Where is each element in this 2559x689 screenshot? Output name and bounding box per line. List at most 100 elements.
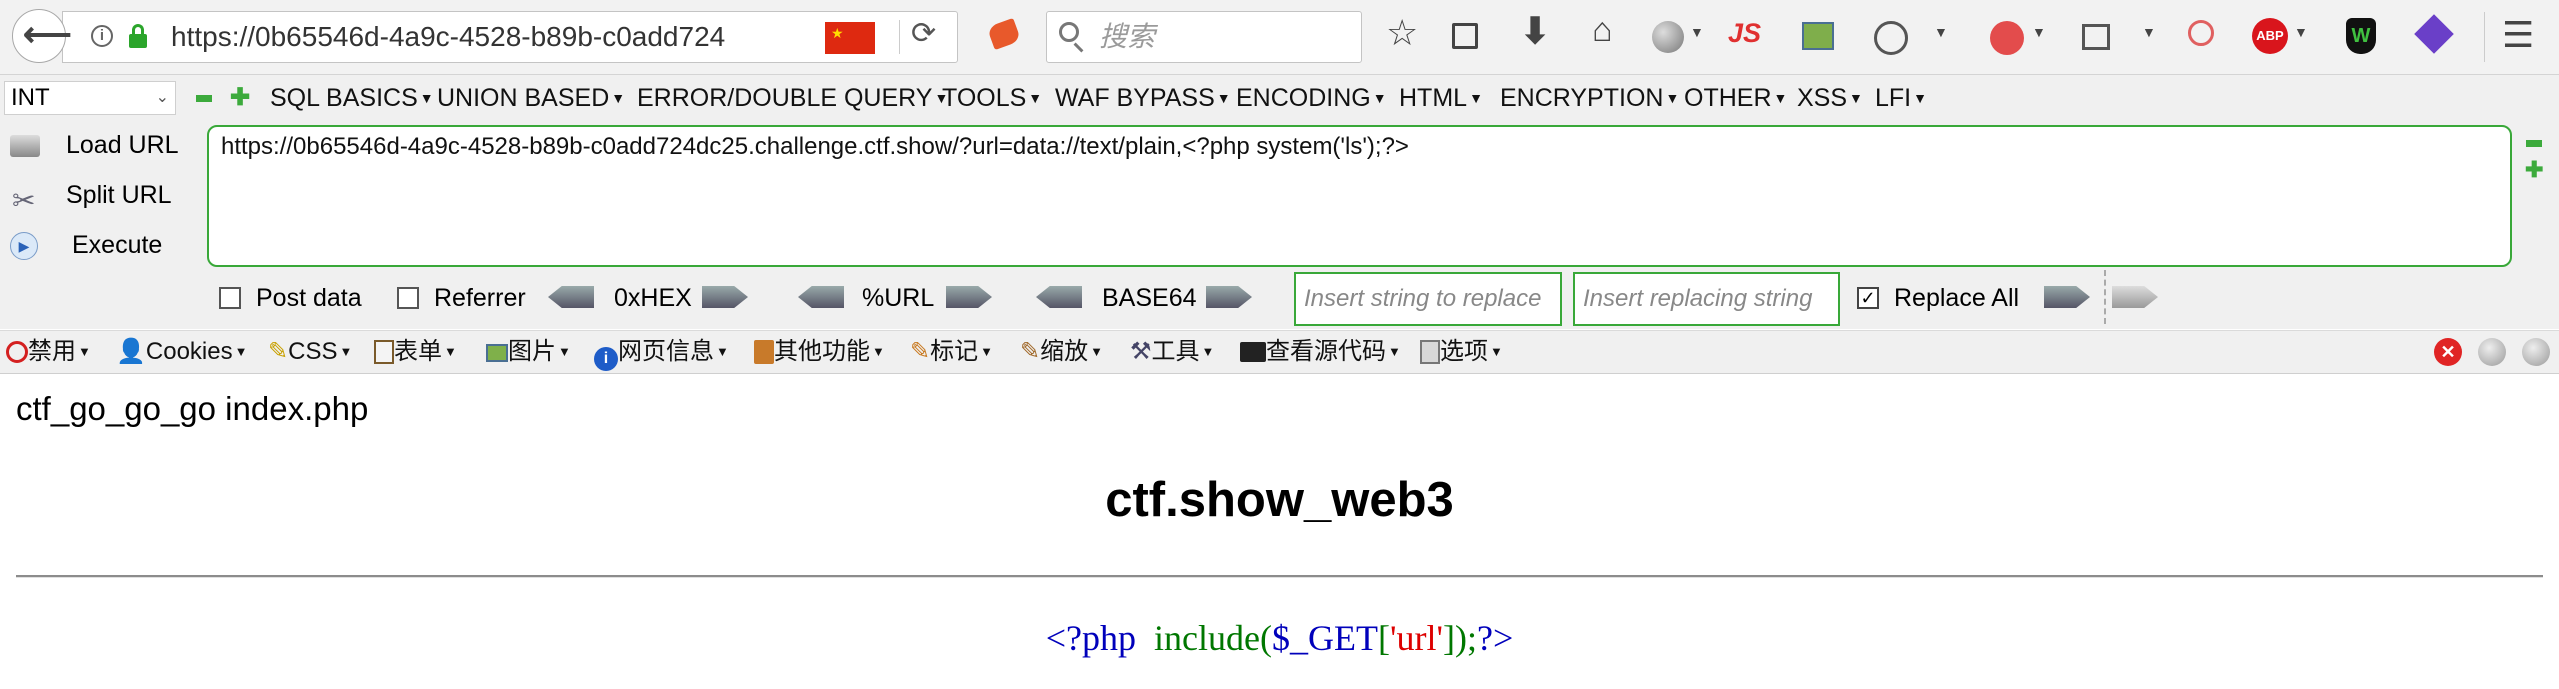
split-url-button[interactable]: ✂ Split URL bbox=[0, 171, 200, 219]
menu-label: LFI bbox=[1875, 84, 1912, 112]
post-data-checkbox[interactable] bbox=[219, 287, 241, 309]
referrer-checkbox[interactable] bbox=[397, 287, 419, 309]
php-bracket-open: [ bbox=[1377, 618, 1390, 658]
expand-plus-icon[interactable]: ✚ bbox=[2525, 159, 2543, 181]
web-developer-toolbar: 禁用 ▼ 👤Cookies ▼ ✎CSS ▼ 表单 ▼ 图片 ▼ i 网页信息 ▼ 其他功能 ▼… bbox=[0, 330, 2559, 374]
wot-shield-icon[interactable]: W bbox=[2346, 18, 2376, 54]
adblock-dropdown-icon[interactable]: ▼ bbox=[2294, 24, 2308, 40]
mouse-gesture-dropdown-icon[interactable]: ▼ bbox=[2032, 24, 2046, 40]
menu-label: ENCRYPTION bbox=[1500, 84, 1664, 112]
lock-icon bbox=[129, 34, 147, 48]
menu-label: WAF BYPASS bbox=[1055, 84, 1215, 112]
menu-xss[interactable]: XSS ▼ bbox=[1797, 75, 1863, 121]
mode-select[interactable]: INT ⌄ bbox=[4, 81, 176, 115]
download-icon[interactable]: ⬇ bbox=[1520, 10, 1550, 52]
devbar-label: CSS bbox=[288, 338, 338, 365]
restore-gray-icon[interactable] bbox=[2522, 338, 2550, 366]
dropdown-arrow-icon: ▼ bbox=[1773, 90, 1788, 106]
post-data-label: Post data bbox=[256, 284, 362, 312]
dropdown-arrow-icon: ▼ bbox=[78, 344, 91, 359]
close-red-icon[interactable]: ✕ bbox=[2434, 338, 2462, 366]
bookmark-star-icon[interactable]: ☆ bbox=[1386, 12, 1418, 54]
image-tools-icon[interactable] bbox=[1802, 22, 1834, 50]
devbar-view-source[interactable]: 查看源代码 ▼ bbox=[1240, 331, 1401, 373]
china-flag-icon: ★ bbox=[825, 22, 875, 54]
address-bar[interactable]: i https://0b65546d-4a9c-4528-b89b-c0add7… bbox=[62, 11, 958, 63]
tools-wrench-icon: ⚒ bbox=[1130, 338, 1152, 365]
back-button[interactable]: ⟵ bbox=[12, 9, 72, 63]
url-textarea[interactable]: https://0b65546d-4a9c-4528-b89b-c0add724… bbox=[207, 125, 2512, 267]
devbar-label: 查看源代码 bbox=[1266, 338, 1386, 365]
reading-list-icon[interactable] bbox=[1452, 23, 1478, 49]
menu-label: ERROR/DOUBLE QUERY bbox=[637, 84, 933, 112]
addon-fox-icon[interactable] bbox=[986, 17, 1022, 51]
hamburger-menu-icon[interactable]: ☰ bbox=[2502, 14, 2534, 56]
menu-label: OTHER bbox=[1684, 84, 1772, 112]
js-switch-icon[interactable]: JS bbox=[1728, 18, 1761, 49]
devbar-forms[interactable]: 表单 ▼ bbox=[374, 331, 457, 373]
menu-error-double-query[interactable]: ERROR/DOUBLE QUERY ▼ bbox=[637, 75, 948, 121]
play-icon: ▶ bbox=[10, 232, 38, 260]
base64-label: BASE64 bbox=[1102, 284, 1197, 312]
devbar-options[interactable]: 选项 ▼ bbox=[1420, 331, 1503, 373]
execute-button[interactable]: ▶ Execute bbox=[0, 221, 200, 269]
globe-icon[interactable] bbox=[1652, 21, 1684, 53]
dropdown-arrow-icon: ▼ bbox=[1665, 90, 1680, 106]
screenshot-dropdown-icon[interactable]: ▼ bbox=[2142, 24, 2156, 40]
devbar-resize[interactable]: ✎缩放 ▼ bbox=[1020, 331, 1103, 373]
devbar-tools[interactable]: ⚒工具 ▼ bbox=[1130, 331, 1214, 373]
load-url-button[interactable]: Load URL bbox=[0, 121, 200, 169]
extension-cube-icon[interactable] bbox=[2414, 14, 2454, 54]
dropdown-arrow-icon: ▼ bbox=[1388, 344, 1401, 359]
devbar-label: 选项 bbox=[1440, 338, 1488, 365]
menu-waf-bypass[interactable]: WAF BYPASS ▼ bbox=[1055, 75, 1231, 121]
devbar-cookies[interactable]: 👤Cookies ▼ bbox=[116, 331, 247, 373]
dropdown-arrow-icon: ▼ bbox=[1372, 90, 1387, 106]
menu-union-based[interactable]: UNION BASED ▼ bbox=[437, 75, 625, 121]
palette-dropdown-icon[interactable]: ▼ bbox=[1934, 24, 1948, 40]
devbar-css[interactable]: ✎CSS ▼ bbox=[268, 331, 352, 373]
devbar-misc[interactable]: 其他功能 ▼ bbox=[754, 331, 885, 373]
reload-icon[interactable]: ⟳ bbox=[911, 16, 936, 51]
shrink-minus-icon[interactable] bbox=[2526, 140, 2542, 147]
minimize-gray-icon[interactable] bbox=[2478, 338, 2506, 366]
forms-icon bbox=[374, 340, 394, 364]
menu-label: UNION BASED bbox=[437, 84, 610, 112]
search-box[interactable]: 搜索 bbox=[1046, 11, 1362, 63]
devbar-page-info[interactable]: i 网页信息 ▼ bbox=[594, 331, 729, 373]
hackbar-search-icon[interactable] bbox=[2188, 20, 2214, 46]
replace-string-input[interactable]: Insert string to replace bbox=[1294, 272, 1562, 326]
menu-lfi[interactable]: LFI ▼ bbox=[1875, 75, 1927, 121]
palette-icon[interactable] bbox=[1874, 21, 1908, 55]
menu-encryption[interactable]: ENCRYPTION ▼ bbox=[1500, 75, 1679, 121]
menu-sql-basics[interactable]: SQL BASICS ▼ bbox=[270, 75, 434, 121]
devbar-outline[interactable]: ✎标记 ▼ bbox=[910, 331, 993, 373]
info-icon[interactable]: i bbox=[91, 25, 113, 47]
menu-html[interactable]: HTML ▼ bbox=[1399, 75, 1483, 121]
replacing-string-placeholder: Insert replacing string bbox=[1583, 285, 1813, 312]
adblock-icon[interactable]: ABP bbox=[2252, 18, 2288, 54]
url-textarea-value[interactable]: https://0b65546d-4a9c-4528-b89b-c0add724… bbox=[221, 133, 1409, 161]
screenshot-icon[interactable] bbox=[2082, 24, 2110, 50]
globe-dropdown-icon[interactable]: ▼ bbox=[1690, 24, 1704, 40]
devbar-images[interactable]: 图片 ▼ bbox=[486, 331, 571, 373]
hex-label: 0xHEX bbox=[614, 284, 692, 312]
menu-tools[interactable]: TOOLS ▼ bbox=[942, 75, 1042, 121]
plus-icon[interactable]: ✚ bbox=[230, 86, 250, 110]
menu-label: ENCODING bbox=[1236, 84, 1371, 112]
address-text[interactable]: https://0b65546d-4a9c-4528-b89b-c0add724 bbox=[171, 12, 725, 62]
menu-other[interactable]: OTHER ▼ bbox=[1684, 75, 1787, 121]
options-icon bbox=[1420, 340, 1440, 364]
home-icon[interactable]: ⌂ bbox=[1592, 11, 1613, 50]
replace-all-checkbox[interactable]: ✓ bbox=[1857, 287, 1879, 309]
devbar-label: 表单 bbox=[394, 338, 442, 365]
minus-icon[interactable] bbox=[196, 95, 212, 102]
mouse-gesture-icon[interactable] bbox=[1990, 21, 2024, 55]
php-paren-close: ) bbox=[1454, 618, 1467, 658]
php-semicolon: ; bbox=[1466, 618, 1477, 658]
page-title: ctf.show_web3 bbox=[1105, 473, 1454, 527]
menu-encoding[interactable]: ENCODING ▼ bbox=[1236, 75, 1387, 121]
replacing-string-input[interactable]: Insert replacing string bbox=[1573, 272, 1840, 326]
css-wand-icon: ✎ bbox=[268, 338, 289, 365]
devbar-disable[interactable]: 禁用 ▼ bbox=[6, 331, 91, 373]
